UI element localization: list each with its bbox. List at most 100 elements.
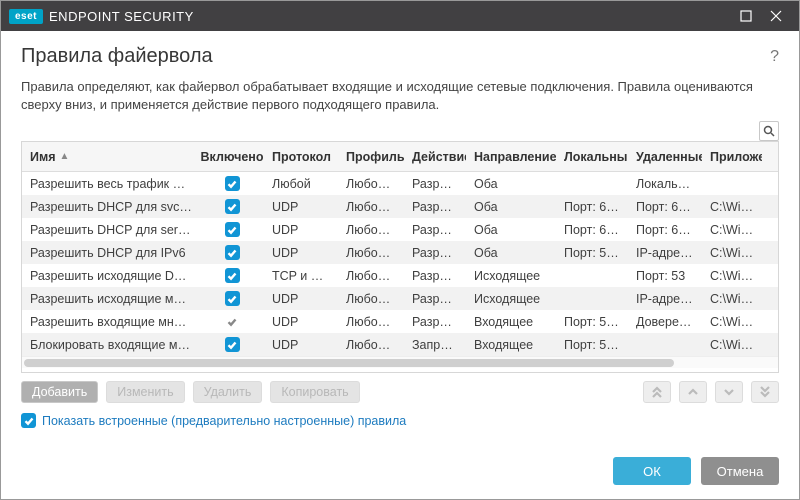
table-row[interactable]: Разрешить исходящие мно…UDPЛюбой п…Разре… [22,287,778,310]
row-enabled-checkbox[interactable] [225,245,240,260]
help-icon[interactable]: ? [770,48,779,66]
cell-profile: Любой п… [338,200,404,214]
cell-profile: Любой п… [338,223,404,237]
cell-profile: Любой п… [338,292,404,306]
ok-button[interactable]: ОК [613,457,691,485]
move-down-button[interactable] [715,381,743,403]
scrollbar-thumb[interactable] [24,359,674,367]
cell-profile: Любой п… [338,315,404,329]
cell-name: Разрешить DHCP для IPv6 [22,246,200,260]
col-name[interactable]: Имя▲ [22,150,200,164]
window-titlebar: eset ENDPOINT SECURITY [1,1,799,31]
cell-local: Порт: 5355 [556,338,628,352]
brand-text: ENDPOINT SECURITY [49,9,194,24]
search-button[interactable] [759,121,779,141]
move-bottom-button[interactable] [751,381,779,403]
col-protocol[interactable]: Протокол [264,150,338,164]
cancel-button[interactable]: Отмена [701,457,779,485]
row-enabled-checkbox[interactable] [225,337,240,352]
col-direction[interactable]: Направление [466,150,556,164]
cell-profile: Любой п… [338,246,404,260]
cell-direction: Оба [466,223,556,237]
cell-enabled[interactable] [200,314,264,329]
cell-remote: Доверенн… [628,315,702,329]
row-enabled-checkbox[interactable] [225,268,240,283]
cell-action: Разреши… [404,177,466,191]
page-title: Правила файервола [21,45,770,68]
cell-name: Разрешить исходящие DNS… [22,269,200,283]
cell-app: C:\Windo [702,246,762,260]
row-enabled-checkbox[interactable] [225,291,240,306]
cell-enabled[interactable] [200,337,264,352]
move-top-button[interactable] [643,381,671,403]
show-builtin-checkbox[interactable] [21,413,36,428]
cell-action: Разреши… [404,269,466,283]
cell-remote: IP-адрес: … [628,246,702,260]
cell-name: Разрешить входящие мног… [22,315,200,329]
cell-direction: Исходящее [466,292,556,306]
cell-name: Разрешить DHCP для servic… [22,223,200,237]
cell-protocol: UDP [264,200,338,214]
row-enabled-checkbox[interactable] [225,199,240,214]
table-row[interactable]: Разрешить весь трафик на …ЛюбойЛюбой п…Р… [22,172,778,195]
cell-enabled[interactable] [200,291,264,306]
cell-protocol: UDP [264,338,338,352]
col-local[interactable]: Локальные [556,150,628,164]
cell-direction: Оба [466,246,556,260]
edit-button[interactable]: Изменить [106,381,184,403]
cell-direction: Исходящее [466,269,556,283]
cell-protocol: UDP [264,246,338,260]
cell-action: Запретить [404,338,466,352]
table-row[interactable]: Разрешить DHCP для IPv6 UDPЛюбой п…Разреш… [22,241,778,264]
cell-app: C:\Windo [702,269,762,283]
col-enabled[interactable]: Включено [200,150,264,164]
cell-local: Порт: 67,68 [556,200,628,214]
window-close-button[interactable] [761,1,791,31]
cell-remote: IP-адрес: 2… [628,292,702,306]
show-builtin-label[interactable]: Показать встроенные (предварительно наст… [42,414,406,428]
table-row[interactable]: Разрешить исходящие DNS… TCP и UDPЛюбой п… [22,264,778,287]
cell-app: C:\Windo [702,338,762,352]
delete-button[interactable]: Удалить [193,381,263,403]
page-description: Правила определяют, как файервол обрабат… [21,78,779,113]
sort-asc-icon: ▲ [60,151,70,162]
cell-app: C:\Windo [702,315,762,329]
copy-button[interactable]: Копировать [270,381,359,403]
cell-name: Разрешить весь трафик на … [22,177,200,191]
rules-table: Имя▲ Включено Протокол Профиль Действие … [21,141,779,373]
col-app[interactable]: Приложе [702,150,762,164]
table-row[interactable]: Блокировать входящие мн…UDPЛюбой п…Запре… [22,333,778,356]
cell-action: Разреши… [404,246,466,260]
horizontal-scrollbar[interactable] [22,356,778,368]
cell-enabled[interactable] [200,222,264,237]
cell-protocol: TCP и UDP [264,269,338,283]
cell-action: Разреши… [404,200,466,214]
cell-enabled[interactable] [200,199,264,214]
move-up-button[interactable] [679,381,707,403]
table-row[interactable]: Разрешить входящие мног…UDPЛюбой п…Разре… [22,310,778,333]
col-profile[interactable]: Профиль [338,150,404,164]
row-enabled-checkbox[interactable] [225,176,240,191]
cell-enabled[interactable] [200,176,264,191]
cell-enabled[interactable] [200,245,264,260]
cell-action: Разреши… [404,292,466,306]
cell-enabled[interactable] [200,268,264,283]
add-button[interactable]: Добавить [21,381,98,403]
brand-badge: eset [9,9,43,24]
table-row[interactable]: Разрешить DHCP для servic…UDPЛюбой п…Раз… [22,218,778,241]
window-minimize-button[interactable] [731,1,761,31]
cell-app: C:\Windo [702,223,762,237]
row-enabled-checkbox[interactable] [225,314,240,329]
cell-remote: Локальн… [628,177,702,191]
cell-profile: Любой п… [338,269,404,283]
col-action[interactable]: Действие [404,150,466,164]
table-header-row: Имя▲ Включено Протокол Профиль Действие … [22,142,778,172]
table-row[interactable]: Разрешить DHCP для svcho…UDPЛюбой п…Разр… [22,195,778,218]
cell-local: Порт: 67,68 [556,223,628,237]
table-body: Разрешить весь трафик на …ЛюбойЛюбой п…Р… [22,172,778,356]
row-enabled-checkbox[interactable] [225,222,240,237]
cell-protocol: UDP [264,315,338,329]
col-remote[interactable]: Удаленные [628,150,702,164]
cell-remote: Порт: 53 [628,269,702,283]
cell-app: C:\Windo [702,292,762,306]
